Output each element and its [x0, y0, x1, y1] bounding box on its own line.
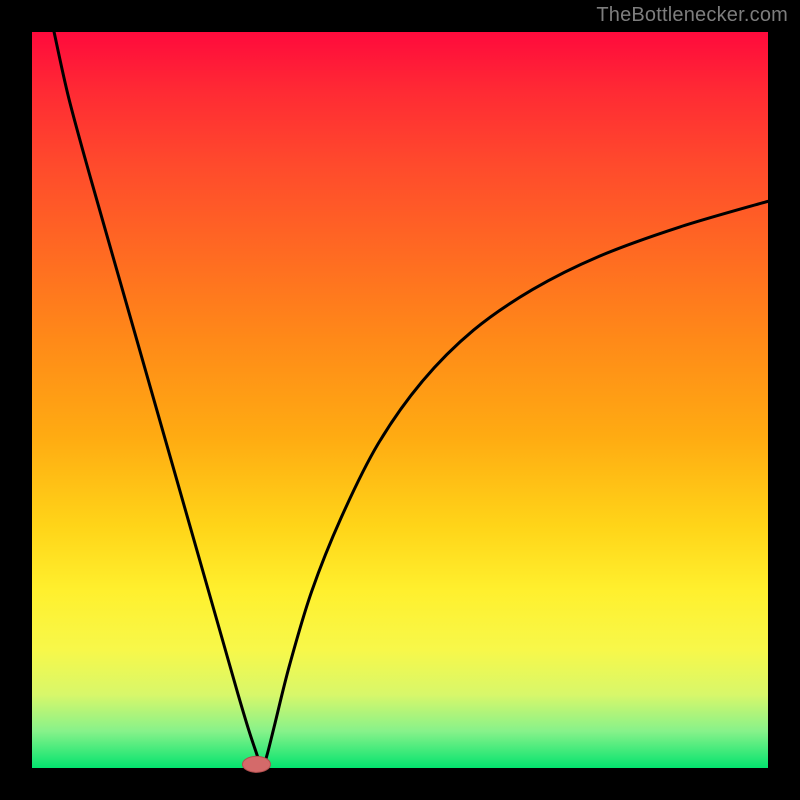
- chart-frame: TheBottlenecker.com: [0, 0, 800, 800]
- attribution-text: TheBottlenecker.com: [596, 4, 788, 27]
- bottleneck-curve: [54, 32, 768, 766]
- minimum-marker: [242, 756, 270, 772]
- plot-area: [32, 32, 768, 768]
- chart-svg: [32, 32, 768, 768]
